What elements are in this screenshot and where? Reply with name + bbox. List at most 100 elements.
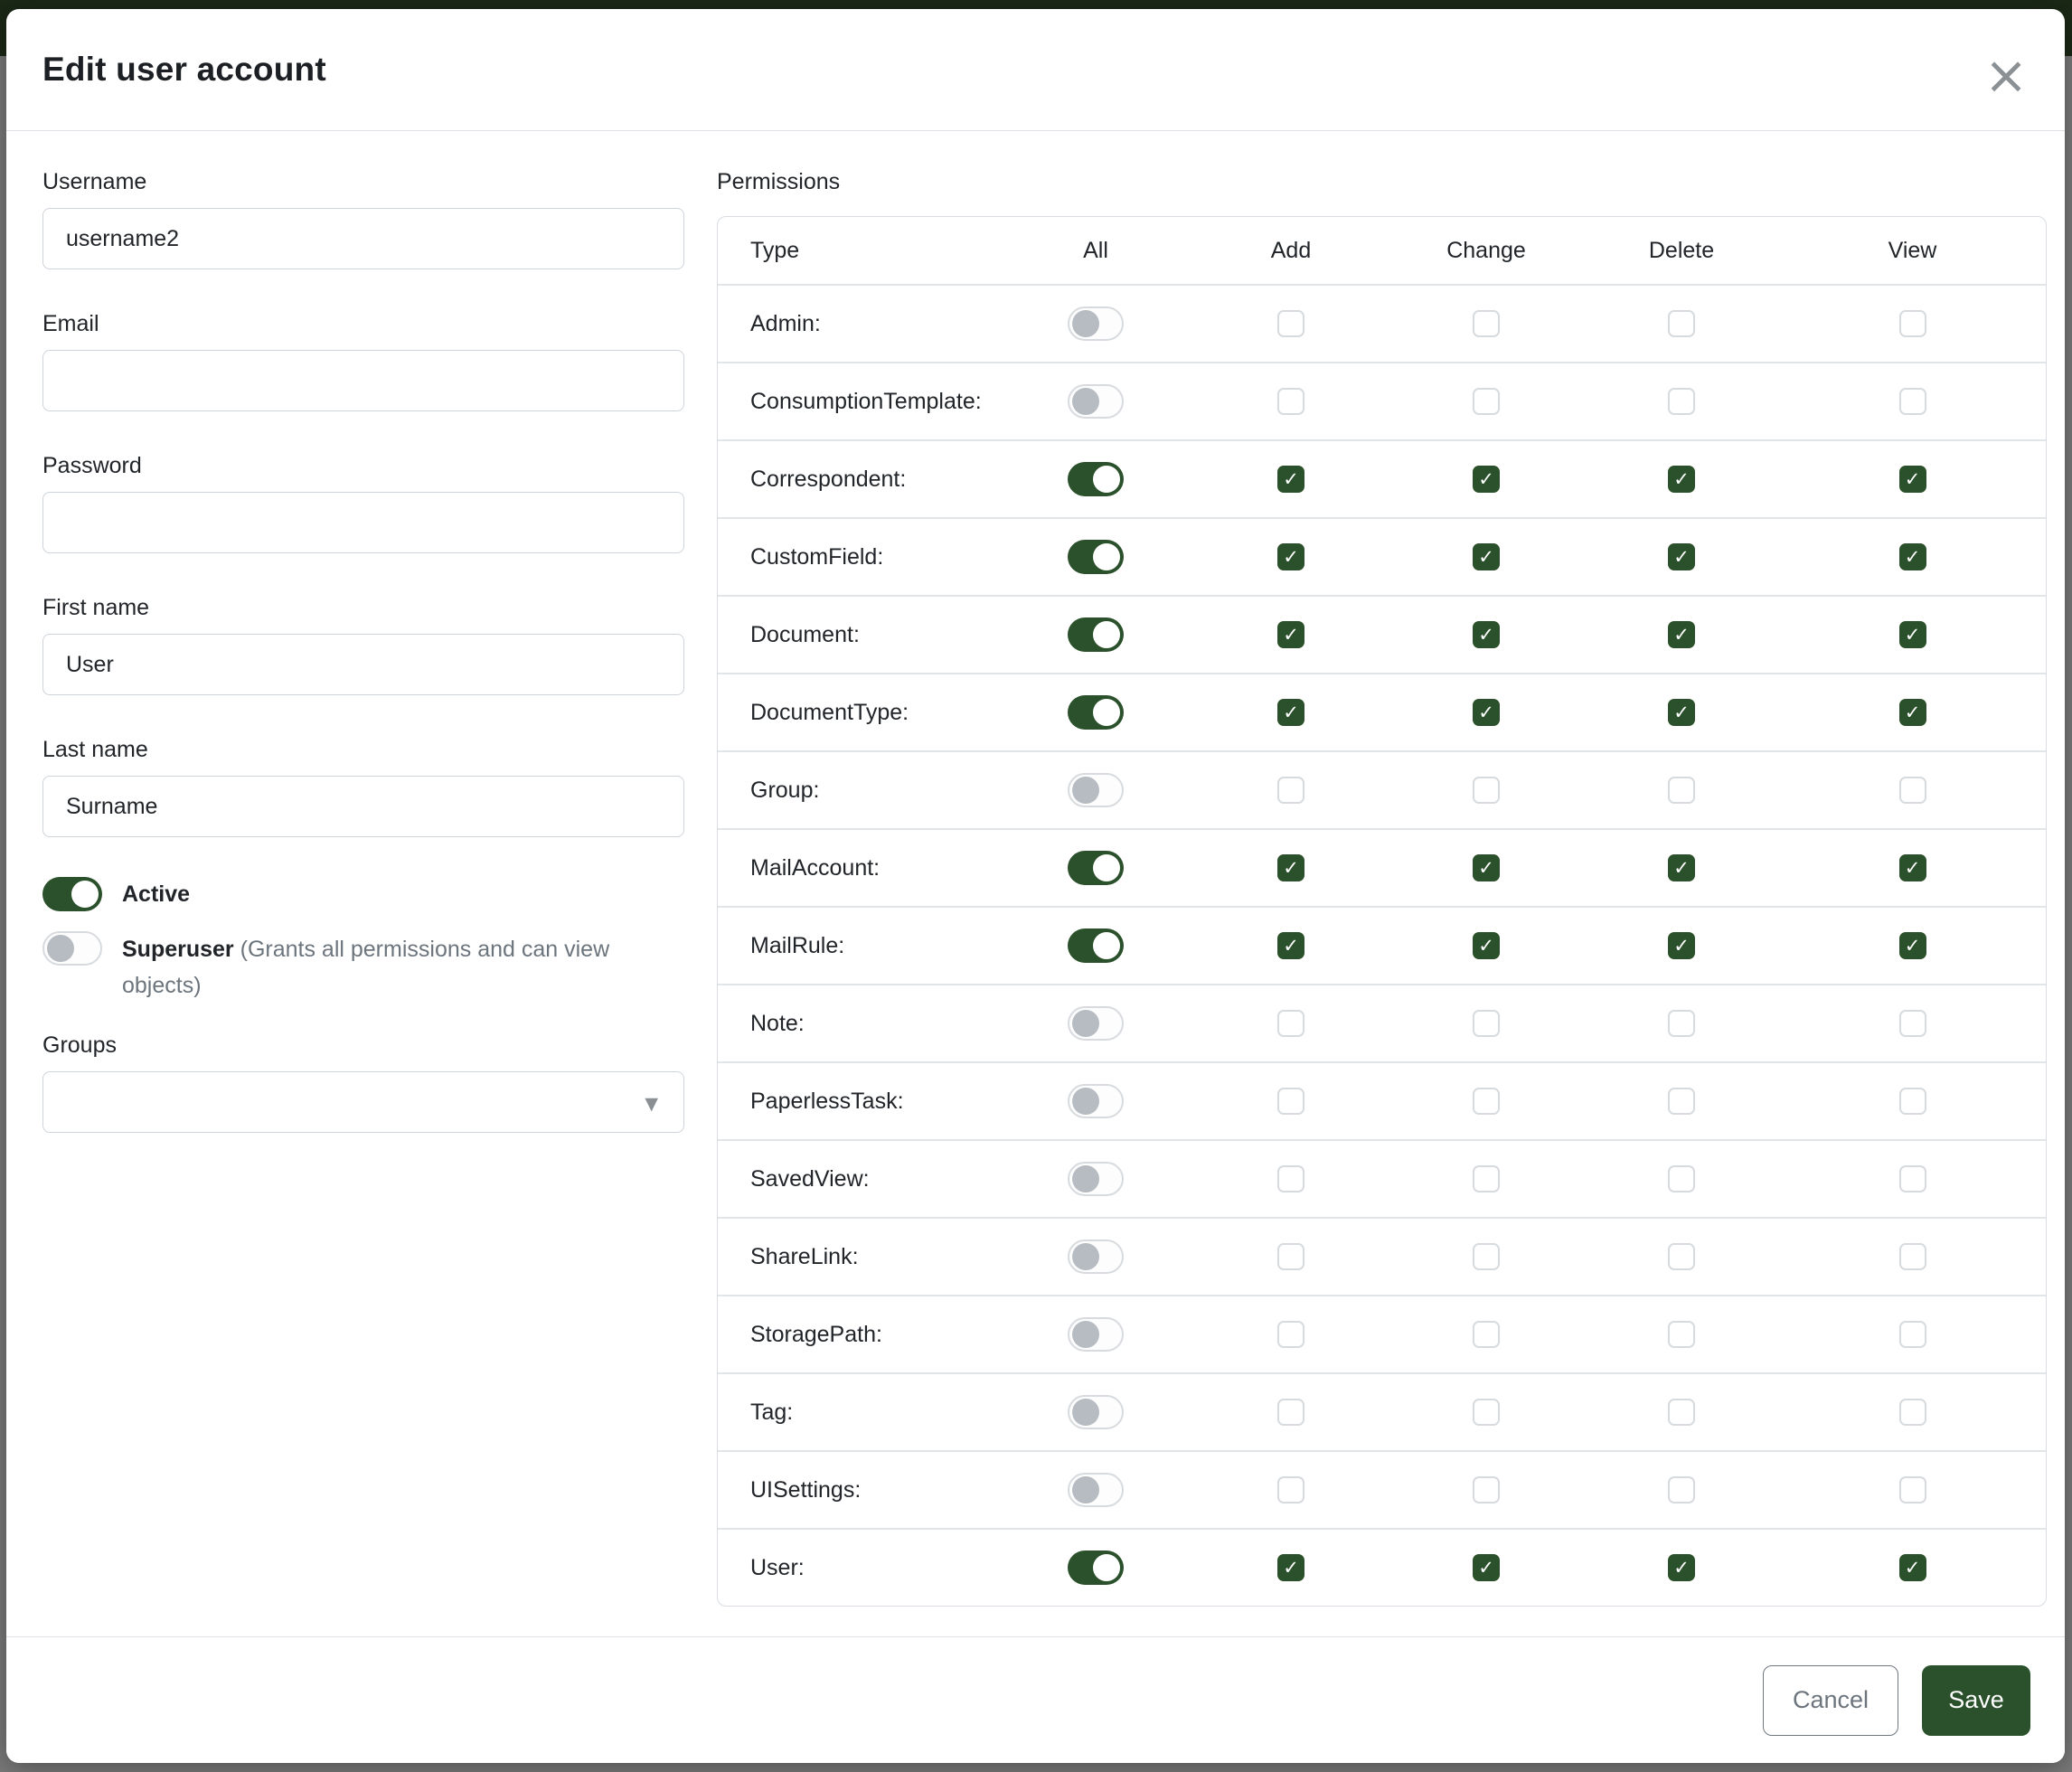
change-checkbox[interactable]: ✓ <box>1473 699 1500 726</box>
last-name-field[interactable] <box>42 776 684 837</box>
view-checkbox[interactable] <box>1899 1321 1926 1348</box>
all-toggle[interactable] <box>1068 1162 1124 1196</box>
all-toggle[interactable] <box>1068 462 1124 496</box>
delete-checkbox[interactable]: ✓ <box>1668 932 1695 959</box>
delete-checkbox[interactable] <box>1668 310 1695 337</box>
perm-type-label: ShareLink: <box>718 1244 998 1270</box>
all-toggle[interactable] <box>1068 540 1124 574</box>
save-button[interactable]: Save <box>1922 1665 2030 1736</box>
all-toggle[interactable] <box>1068 1473 1124 1507</box>
change-checkbox[interactable] <box>1473 1321 1500 1348</box>
all-toggle[interactable] <box>1068 1395 1124 1429</box>
view-checkbox[interactable]: ✓ <box>1899 543 1926 570</box>
add-checkbox[interactable]: ✓ <box>1277 543 1304 570</box>
delete-checkbox[interactable]: ✓ <box>1668 1554 1695 1581</box>
first-name-field[interactable] <box>42 634 684 695</box>
change-checkbox[interactable] <box>1473 777 1500 804</box>
permissions-table: Type All Add Change Delete View Admin:Co… <box>717 216 2047 1607</box>
delete-checkbox[interactable] <box>1668 1399 1695 1426</box>
all-toggle[interactable] <box>1068 1550 1124 1585</box>
delete-checkbox[interactable]: ✓ <box>1668 699 1695 726</box>
add-checkbox[interactable] <box>1277 1476 1304 1503</box>
all-toggle[interactable] <box>1068 1317 1124 1352</box>
delete-checkbox[interactable] <box>1668 777 1695 804</box>
add-checkbox[interactable] <box>1277 777 1304 804</box>
change-checkbox[interactable]: ✓ <box>1473 1554 1500 1581</box>
add-checkbox[interactable]: ✓ <box>1277 1554 1304 1581</box>
delete-checkbox[interactable] <box>1668 1321 1695 1348</box>
change-checkbox[interactable] <box>1473 1010 1500 1037</box>
all-toggle[interactable] <box>1068 384 1124 419</box>
all-toggle[interactable] <box>1068 306 1124 341</box>
active-toggle[interactable] <box>42 877 102 911</box>
change-checkbox[interactable] <box>1473 1243 1500 1270</box>
delete-checkbox[interactable] <box>1668 1088 1695 1115</box>
add-checkbox[interactable] <box>1277 1243 1304 1270</box>
email-field[interactable] <box>42 350 684 411</box>
view-checkbox[interactable] <box>1899 388 1926 415</box>
view-checkbox[interactable]: ✓ <box>1899 621 1926 648</box>
all-toggle[interactable] <box>1068 1084 1124 1118</box>
change-checkbox[interactable]: ✓ <box>1473 543 1500 570</box>
cancel-button[interactable]: Cancel <box>1763 1665 1898 1736</box>
add-checkbox[interactable]: ✓ <box>1277 621 1304 648</box>
add-checkbox[interactable] <box>1277 1399 1304 1426</box>
delete-checkbox[interactable] <box>1668 1476 1695 1503</box>
delete-checkbox[interactable] <box>1668 1010 1695 1037</box>
add-checkbox[interactable] <box>1277 388 1304 415</box>
all-toggle[interactable] <box>1068 1239 1124 1274</box>
change-checkbox[interactable]: ✓ <box>1473 621 1500 648</box>
view-checkbox[interactable]: ✓ <box>1899 854 1926 881</box>
change-checkbox[interactable] <box>1473 310 1500 337</box>
view-checkbox[interactable] <box>1899 1476 1926 1503</box>
delete-checkbox[interactable]: ✓ <box>1668 854 1695 881</box>
groups-field-group: Groups ▼ <box>42 1031 684 1133</box>
delete-checkbox[interactable]: ✓ <box>1668 543 1695 570</box>
change-checkbox[interactable] <box>1473 388 1500 415</box>
all-toggle[interactable] <box>1068 695 1124 730</box>
add-checkbox[interactable] <box>1277 1010 1304 1037</box>
delete-checkbox[interactable] <box>1668 1243 1695 1270</box>
view-checkbox[interactable] <box>1899 310 1926 337</box>
delete-checkbox[interactable]: ✓ <box>1668 621 1695 648</box>
view-checkbox[interactable] <box>1899 1165 1926 1192</box>
change-checkbox[interactable] <box>1473 1399 1500 1426</box>
view-checkbox[interactable] <box>1899 1010 1926 1037</box>
change-checkbox[interactable] <box>1473 1476 1500 1503</box>
all-toggle[interactable] <box>1068 773 1124 807</box>
view-checkbox[interactable]: ✓ <box>1899 932 1926 959</box>
add-checkbox[interactable] <box>1277 1088 1304 1115</box>
view-checkbox[interactable] <box>1899 777 1926 804</box>
add-checkbox[interactable]: ✓ <box>1277 699 1304 726</box>
add-checkbox[interactable] <box>1277 1165 1304 1192</box>
change-checkbox[interactable]: ✓ <box>1473 854 1500 881</box>
change-checkbox[interactable]: ✓ <box>1473 932 1500 959</box>
view-checkbox[interactable]: ✓ <box>1899 699 1926 726</box>
superuser-toggle[interactable] <box>42 931 102 966</box>
delete-checkbox[interactable] <box>1668 1165 1695 1192</box>
view-checkbox[interactable] <box>1899 1243 1926 1270</box>
view-checkbox[interactable]: ✓ <box>1899 1554 1926 1581</box>
close-icon[interactable]: × <box>1974 43 2038 107</box>
all-toggle[interactable] <box>1068 851 1124 885</box>
delete-checkbox[interactable] <box>1668 388 1695 415</box>
delete-checkbox[interactable]: ✓ <box>1668 466 1695 493</box>
add-checkbox[interactable] <box>1277 1321 1304 1348</box>
add-checkbox[interactable]: ✓ <box>1277 932 1304 959</box>
all-toggle[interactable] <box>1068 928 1124 963</box>
view-checkbox[interactable] <box>1899 1088 1926 1115</box>
change-checkbox[interactable]: ✓ <box>1473 466 1500 493</box>
add-checkbox[interactable]: ✓ <box>1277 466 1304 493</box>
add-checkbox[interactable]: ✓ <box>1277 854 1304 881</box>
password-field[interactable] <box>42 492 684 553</box>
all-toggle[interactable] <box>1068 617 1124 652</box>
all-toggle[interactable] <box>1068 1006 1124 1041</box>
username-input[interactable] <box>42 208 684 269</box>
add-checkbox[interactable] <box>1277 310 1304 337</box>
change-checkbox[interactable] <box>1473 1088 1500 1115</box>
change-checkbox[interactable] <box>1473 1165 1500 1192</box>
view-checkbox[interactable]: ✓ <box>1899 466 1926 493</box>
groups-select[interactable]: ▼ <box>42 1071 684 1133</box>
view-checkbox[interactable] <box>1899 1399 1926 1426</box>
perm-type-label: PaperlessTask: <box>718 1089 998 1115</box>
